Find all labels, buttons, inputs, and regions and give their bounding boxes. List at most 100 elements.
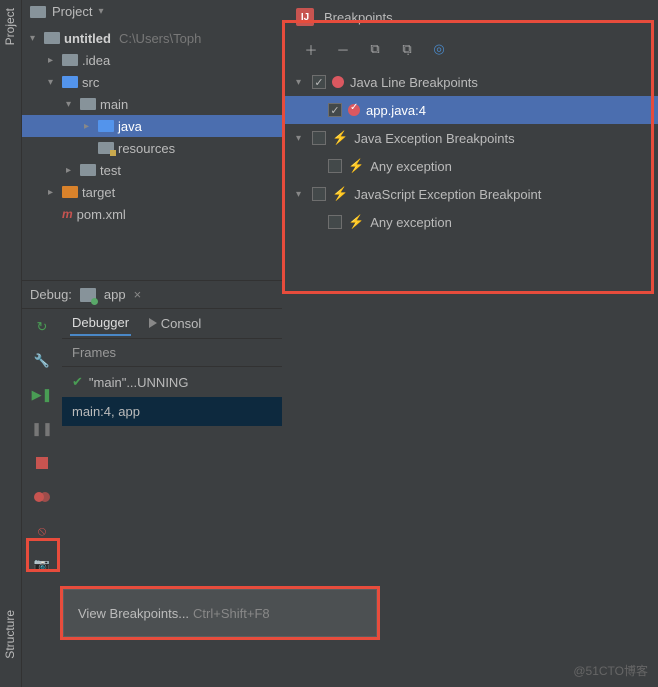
frame-thread-label: "main"...UNNING xyxy=(89,375,189,390)
tree-node[interactable]: src xyxy=(22,71,282,93)
breakpoint-label: Java Line Breakpoints xyxy=(350,75,478,90)
tree-label: .idea xyxy=(82,53,110,68)
tree-label: java xyxy=(118,119,142,134)
view-breakpoints-button[interactable] xyxy=(32,487,52,507)
chevron-down-icon[interactable] xyxy=(296,133,306,144)
frame-location: main:4, app xyxy=(72,404,140,419)
chevron-right-icon[interactable] xyxy=(84,121,94,132)
tree-node[interactable]: test xyxy=(22,159,282,181)
exception-bolt-icon: ⚡ xyxy=(348,158,364,174)
settings-button[interactable]: 🔧 xyxy=(32,351,52,371)
debug-tabs: Debugger Consol xyxy=(62,309,282,339)
watermark: @51CTO博客 xyxy=(573,662,648,679)
rerun-button[interactable]: ↻ xyxy=(32,317,52,337)
chevron-down-icon[interactable] xyxy=(98,6,108,17)
tab-project[interactable]: Project xyxy=(0,0,20,53)
group-by-class-button[interactable]: ⧉̣ xyxy=(398,40,416,58)
tree-node[interactable]: .idea xyxy=(22,49,282,71)
debug-toolbar: ↻ 🔧 ▶❚ ❚❚ ⦸ 📷 xyxy=(22,309,62,669)
breakpoint-label: Any exception xyxy=(370,215,452,230)
folder-icon xyxy=(98,142,114,154)
chevron-down-icon[interactable] xyxy=(30,33,40,44)
root-name: untitled xyxy=(64,31,111,46)
breakpoint-dot-check-icon xyxy=(348,104,360,116)
chevron-down-icon[interactable] xyxy=(66,99,76,110)
checkbox[interactable] xyxy=(312,131,326,145)
group-by-file-button[interactable]: ⧉ xyxy=(366,40,384,58)
tab-debugger[interactable]: Debugger xyxy=(70,311,131,336)
tree-node[interactable]: main xyxy=(22,93,282,115)
sidebar-tabs: Project Structure xyxy=(0,0,22,687)
breakpoint-node[interactable]: ⚡ Any exception xyxy=(284,152,658,180)
project-tool-window: Project untitled C:\Users\Toph .ideasrcm… xyxy=(22,0,282,280)
run-config-icon xyxy=(80,288,96,302)
project-header: Project xyxy=(22,0,282,23)
chevron-down-icon[interactable] xyxy=(296,189,306,200)
folder-icon xyxy=(62,76,78,88)
chevron-right-icon[interactable] xyxy=(66,165,76,176)
tree-node[interactable]: resources xyxy=(22,137,282,159)
tree-label: target xyxy=(82,185,115,200)
debug-header: Debug: app × xyxy=(22,281,282,309)
camera-button[interactable]: 📷 xyxy=(32,555,52,575)
tab-console[interactable]: Consol xyxy=(147,312,203,335)
folder-icon xyxy=(80,164,96,176)
project-header-label: Project xyxy=(52,4,92,19)
intellij-icon: IJ xyxy=(296,8,314,26)
project-icon xyxy=(30,6,46,18)
tree-root[interactable]: untitled C:\Users\Toph xyxy=(22,27,282,49)
breakpoints-tree: Java Line Breakpoints app.java:4 ⚡ Java Exc… xyxy=(284,64,658,240)
resume-button[interactable]: ▶❚ xyxy=(32,385,52,405)
play-icon xyxy=(149,318,157,328)
remove-breakpoint-button[interactable]: － xyxy=(334,40,352,58)
folder-icon xyxy=(44,32,60,44)
breakpoint-node[interactable]: ⚡ Any exception xyxy=(284,208,658,236)
group-button[interactable]: ◎ xyxy=(430,40,448,58)
exception-bolt-icon: ⚡ xyxy=(332,130,348,146)
breakpoint-dot-icon xyxy=(332,76,344,88)
pause-button[interactable]: ❚❚ xyxy=(32,419,52,439)
tab-structure[interactable]: Structure xyxy=(0,602,20,667)
folder-icon xyxy=(80,98,96,110)
breakpoint-node[interactable]: app.java:4 xyxy=(284,96,658,124)
breakpoints-toolbar: ＋ － ⧉ ⧉̣ ◎ xyxy=(284,34,658,64)
tree-node[interactable]: mpom.xml xyxy=(22,203,282,225)
exception-bolt-icon: ⚡ xyxy=(348,214,364,230)
debug-title: Debug: xyxy=(30,287,72,302)
debug-config-name: app xyxy=(104,287,126,302)
maven-file-icon: m xyxy=(62,207,73,221)
checkbox[interactable] xyxy=(328,159,342,173)
tree-label: resources xyxy=(118,141,175,156)
stop-button[interactable] xyxy=(32,453,52,473)
checkbox[interactable] xyxy=(328,215,342,229)
mute-breakpoints-button[interactable]: ⦸ xyxy=(32,521,52,541)
menu-item-view-breakpoints[interactable]: View Breakpoints...Ctrl+Shift+F8 xyxy=(78,606,270,621)
breakpoint-label: Java Exception Breakpoints xyxy=(354,131,514,146)
breakpoints-title: Breakpoints xyxy=(324,10,393,25)
breakpoint-label: app.java:4 xyxy=(366,103,426,118)
tree-node[interactable]: target xyxy=(22,181,282,203)
tree-node[interactable]: java xyxy=(22,115,282,137)
chevron-down-icon[interactable] xyxy=(296,77,306,88)
checkbox[interactable] xyxy=(328,103,342,117)
exception-bolt-icon: ⚡ xyxy=(332,186,348,202)
checkbox[interactable] xyxy=(312,75,326,89)
breakpoints-title-bar: IJ Breakpoints xyxy=(284,0,658,34)
breakpoint-label: Any exception xyxy=(370,159,452,174)
frame-thread[interactable]: ✔ "main"...UNNING xyxy=(62,367,282,397)
chevron-right-icon[interactable] xyxy=(48,55,58,66)
breakpoints-dialog: IJ Breakpoints ＋ － ⧉ ⧉̣ ◎ Java Line Brea… xyxy=(284,0,658,294)
chevron-right-icon[interactable] xyxy=(48,187,58,198)
checkbox[interactable] xyxy=(312,187,326,201)
breakpoint-node[interactable]: ⚡ Java Exception Breakpoints xyxy=(284,124,658,152)
context-menu: View Breakpoints...Ctrl+Shift+F8 xyxy=(63,589,377,637)
close-icon[interactable]: × xyxy=(134,287,142,302)
chevron-down-icon[interactable] xyxy=(48,77,58,88)
breakpoint-label: JavaScript Exception Breakpoint xyxy=(354,187,541,202)
frames-header: Frames xyxy=(62,339,282,367)
breakpoint-node[interactable]: ⚡ JavaScript Exception Breakpoint xyxy=(284,180,658,208)
breakpoint-node[interactable]: Java Line Breakpoints xyxy=(284,68,658,96)
frame-stack-row[interactable]: main:4, app xyxy=(62,397,282,426)
folder-icon xyxy=(62,54,78,66)
add-breakpoint-button[interactable]: ＋ xyxy=(302,40,320,58)
